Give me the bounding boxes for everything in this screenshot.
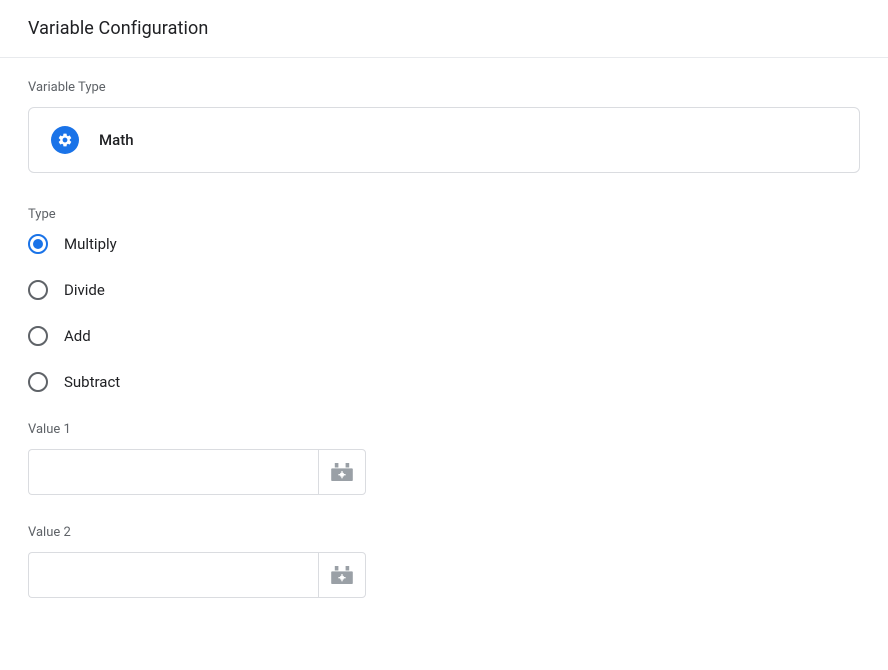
radio-label: Subtract (64, 373, 120, 391)
radio-divide[interactable]: Divide (28, 280, 860, 300)
variable-type-label: Variable Type (28, 80, 860, 95)
radio-label: Divide (64, 281, 105, 299)
value2-label: Value 2 (28, 525, 860, 540)
value1-field: Value 1 (28, 422, 860, 495)
type-label: Type (28, 207, 860, 222)
type-radio-group: Multiply Divide Add Subtract (28, 234, 860, 392)
content: Variable Type Math Type Multiply Divide … (0, 58, 888, 620)
radio-add[interactable]: Add (28, 326, 860, 346)
radio-icon (28, 326, 48, 346)
value1-label: Value 1 (28, 422, 860, 437)
value2-field: Value 2 (28, 525, 860, 598)
header: Variable Configuration (0, 0, 888, 58)
radio-label: Add (64, 327, 91, 345)
insert-variable-button[interactable] (318, 449, 366, 495)
radio-icon (28, 234, 48, 254)
radio-subtract[interactable]: Subtract (28, 372, 860, 392)
radio-multiply[interactable]: Multiply (28, 234, 860, 254)
value2-input[interactable] (28, 552, 318, 598)
page-title: Variable Configuration (28, 18, 860, 39)
radio-icon (28, 372, 48, 392)
variable-block-icon (331, 566, 353, 584)
variable-block-icon (331, 463, 353, 481)
variable-type-selector[interactable]: Math (28, 107, 860, 173)
radio-icon (28, 280, 48, 300)
insert-variable-button[interactable] (318, 552, 366, 598)
radio-label: Multiply (64, 235, 117, 253)
gear-icon (51, 126, 79, 154)
value1-input[interactable] (28, 449, 318, 495)
variable-type-name: Math (99, 131, 134, 149)
